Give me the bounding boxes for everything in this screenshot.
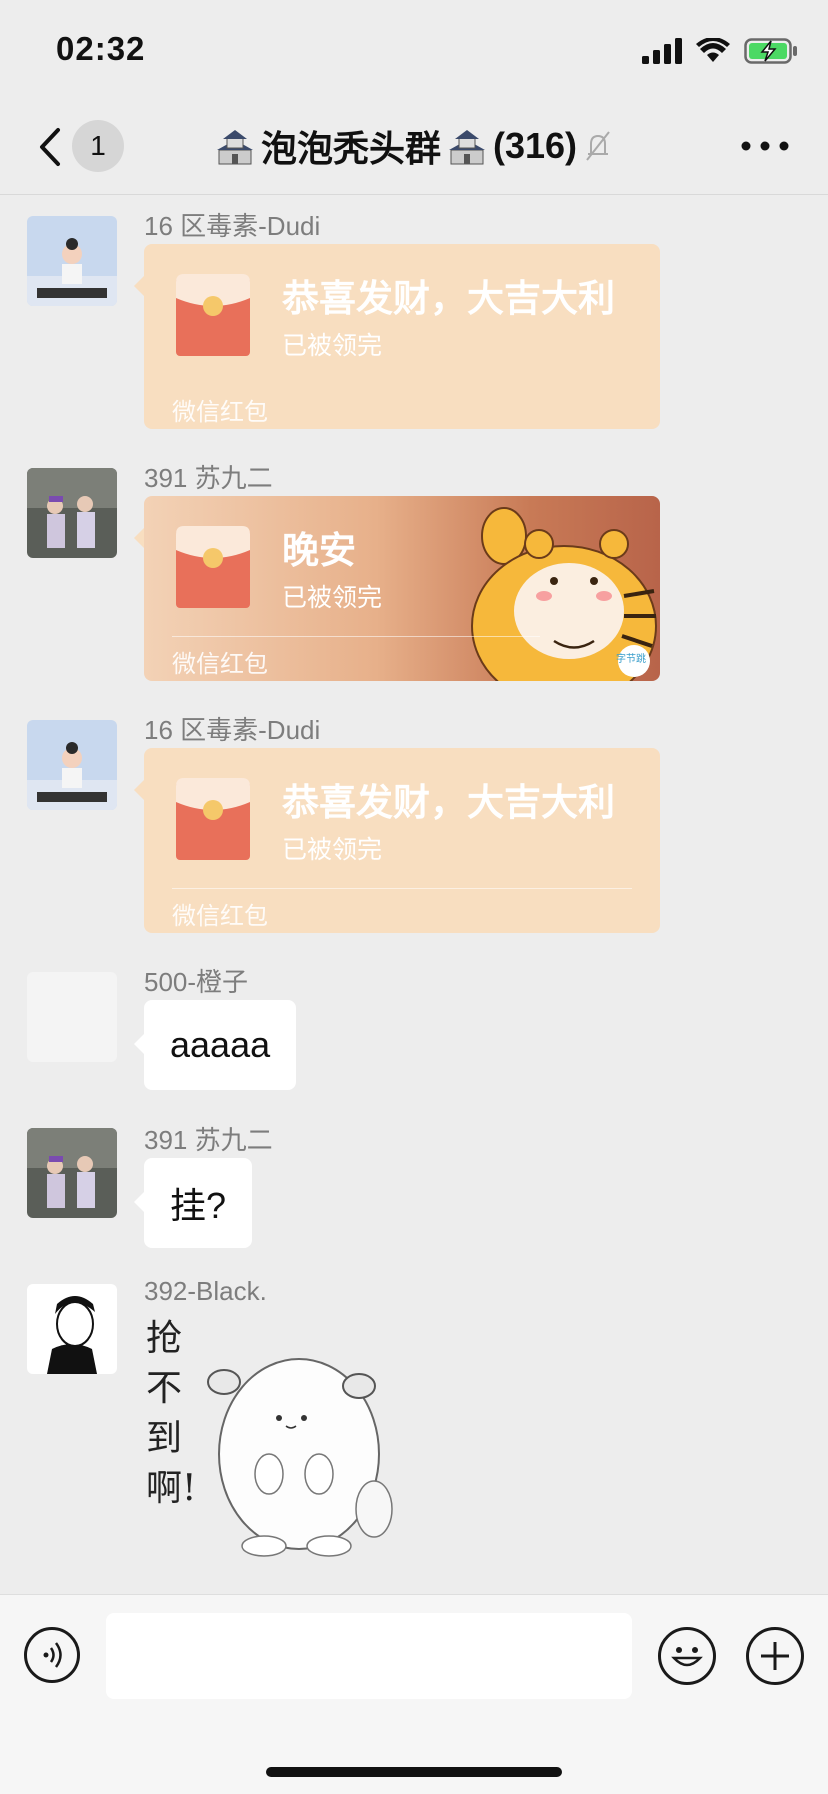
red-envelope-icon xyxy=(176,274,250,356)
hamster-sticker-icon xyxy=(207,1358,393,1557)
avatar[interactable] xyxy=(27,216,117,306)
sticker-text: 抢不到啊! xyxy=(146,1318,197,1509)
red-packet-card[interactable]: 字节跳 晚安 已被领完 微信红包 xyxy=(134,496,660,681)
add-more-button[interactable] xyxy=(746,1627,804,1685)
emoji-button[interactable] xyxy=(658,1627,716,1685)
red-packet-status: 已被领完 xyxy=(282,584,383,612)
red-envelope-icon xyxy=(176,526,250,608)
message-text: 挂? xyxy=(170,1185,227,1226)
more-options-icon[interactable] xyxy=(740,140,790,152)
avatar[interactable] xyxy=(27,1284,117,1374)
home-indicator xyxy=(266,1767,562,1777)
input-bar xyxy=(0,1594,828,1794)
avatar[interactable] xyxy=(27,1128,117,1218)
red-packet-status: 已被领完 xyxy=(282,836,383,864)
cellular-signal-icon xyxy=(642,38,682,64)
text-bubble[interactable]: 挂? xyxy=(133,1158,253,1248)
message-input[interactable] xyxy=(106,1613,632,1699)
sender-name: 16 区毒素-Dudi xyxy=(144,715,321,745)
avatar[interactable] xyxy=(27,720,117,810)
battery-charging-icon xyxy=(744,38,797,64)
red-envelope-icon xyxy=(176,778,250,860)
sender-name: 392-Black. xyxy=(144,1276,267,1306)
sticker[interactable]: 抢不到啊! xyxy=(144,1314,404,1574)
text-bubble[interactable]: aaaaa xyxy=(133,1000,297,1090)
castle-emoji-icon xyxy=(448,130,485,165)
message-text: aaaaa xyxy=(170,1024,271,1065)
group-name: 泡泡秃头群 xyxy=(260,128,441,169)
red-packet-card[interactable]: 恭喜发财，大吉大利 已被领完 微信红包 xyxy=(134,748,660,933)
chat-title: 泡泡秃头群 (316) xyxy=(0,120,828,175)
status-bar: 02:32 xyxy=(0,0,828,100)
sender-name: 16 区毒素-Dudi xyxy=(144,211,321,241)
avatar[interactable] xyxy=(27,972,117,1062)
voice-icon xyxy=(43,1642,62,1668)
red-packet-greeting: 恭喜发财，大吉大利 xyxy=(282,782,615,823)
sender-name: 391 苏九二 xyxy=(144,463,273,493)
red-packet-label: 微信红包 xyxy=(172,903,268,930)
status-time: 02:32 xyxy=(56,30,146,67)
sender-name: 500-橙子 xyxy=(144,967,249,997)
brand-badge: 字节跳 xyxy=(616,654,646,665)
chat-header: 1 泡泡秃头群 (316) xyxy=(0,100,828,195)
mute-bell-icon xyxy=(586,131,610,161)
red-packet-card[interactable]: 恭喜发财，大吉大利 已被领完 微信红包 xyxy=(134,244,660,429)
wifi-icon xyxy=(696,38,730,62)
avatar[interactable] xyxy=(27,468,117,558)
plus-icon xyxy=(761,1642,789,1670)
red-packet-status: 已被领完 xyxy=(282,332,383,360)
red-packet-label: 微信红包 xyxy=(172,399,268,426)
voice-button[interactable] xyxy=(24,1627,80,1683)
sender-name: 391 苏九二 xyxy=(144,1125,273,1155)
castle-emoji-icon xyxy=(216,130,253,165)
emoji-icon xyxy=(671,1647,703,1667)
red-packet-label: 微信红包 xyxy=(172,651,268,678)
red-packet-greeting: 恭喜发财，大吉大利 xyxy=(282,278,615,319)
member-count: (316) xyxy=(492,125,578,166)
red-packet-greeting: 晚安 xyxy=(282,530,356,571)
